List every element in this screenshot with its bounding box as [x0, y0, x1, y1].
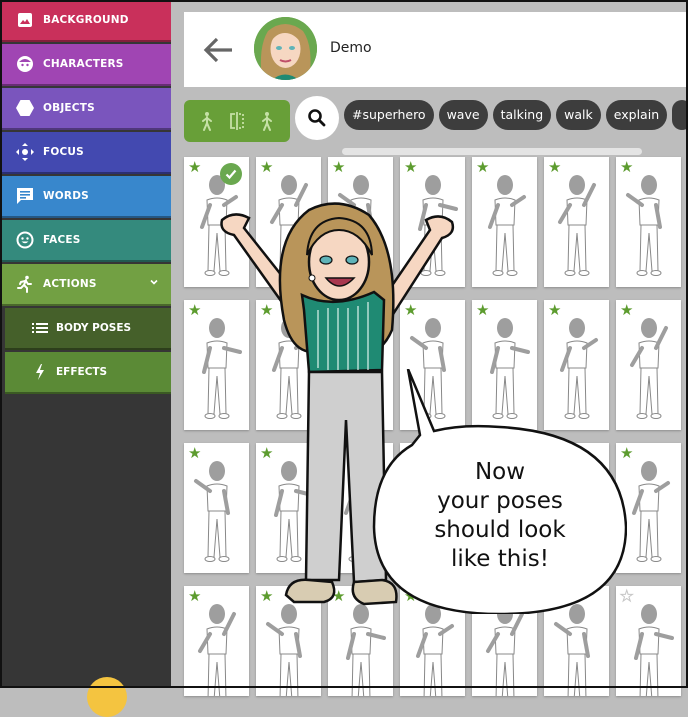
- sun-decoration: [87, 677, 127, 717]
- tag-chip[interactable]: #superhero: [344, 100, 434, 130]
- sidebar: BACKGROUND CHARACTERS OBJECTS FOCUS WORD…: [0, 0, 171, 717]
- list-icon: [32, 320, 48, 336]
- character-header: Demo: [184, 12, 688, 87]
- sidebar-item-label: ACTIONS: [43, 278, 97, 290]
- favorite-star-icon[interactable]: ★: [260, 160, 273, 175]
- search-icon: [308, 109, 326, 127]
- speech-line: like this!: [451, 546, 549, 572]
- speech-line: your poses: [437, 488, 563, 514]
- favorite-star-icon[interactable]: ★: [548, 303, 561, 318]
- character-face-icon: [16, 55, 34, 73]
- sidebar-item-label: WORDS: [43, 190, 89, 202]
- back-button[interactable]: [202, 34, 236, 66]
- tag-chip[interactable]: talking: [492, 100, 552, 130]
- favorite-star-icon[interactable]: ★: [620, 303, 633, 318]
- speech-bubble-icon: [16, 187, 34, 205]
- person-walk-right-icon: [262, 112, 273, 131]
- pose-card[interactable]: ★: [616, 157, 681, 287]
- sidebar-item-focus[interactable]: FOCUS: [0, 132, 171, 174]
- character-name: Demo: [330, 40, 372, 56]
- avatar: [254, 17, 317, 80]
- favorite-star-icon[interactable]: ★: [188, 446, 201, 461]
- lightning-icon: [32, 364, 48, 380]
- tag-chip[interactable]: explain: [605, 100, 668, 130]
- sidebar-item-label: CHARACTERS: [43, 58, 124, 70]
- favorite-star-icon[interactable]: ★: [476, 160, 489, 175]
- smiley-icon: [16, 231, 34, 249]
- sidebar-subitem-body-poses[interactable]: BODY POSES: [5, 308, 171, 350]
- sidebar-item-background[interactable]: BACKGROUND: [0, 0, 171, 42]
- favorite-star-icon[interactable]: ★: [332, 160, 345, 175]
- tag-list: #superhero wave talking walk explain: [344, 100, 688, 130]
- person-walk-left-icon: [201, 112, 212, 131]
- person-walk-right-button[interactable]: [260, 111, 274, 131]
- favorite-star-icon[interactable]: ★: [188, 303, 201, 318]
- pose-card[interactable]: ★: [472, 157, 537, 287]
- flip-horizontal-icon: [230, 112, 244, 130]
- pose-figure: [634, 604, 674, 696]
- running-person-icon: [16, 275, 34, 293]
- image-icon: [16, 11, 34, 29]
- tags-scrollbar[interactable]: [342, 148, 642, 155]
- speech-bubble-text: Now your poses should look like this!: [400, 458, 600, 574]
- sidebar-item-words[interactable]: WORDS: [0, 176, 171, 218]
- favorite-star-icon[interactable]: ★: [476, 303, 489, 318]
- sidebar-item-label: FOCUS: [43, 146, 84, 158]
- chevron-down-icon: [149, 277, 159, 290]
- tag-chip[interactable]: wave: [438, 100, 488, 130]
- sidebar-item-label: BACKGROUND: [43, 14, 129, 26]
- favorite-star-icon[interactable]: ★: [188, 160, 201, 175]
- pose-toolbar: [184, 100, 290, 142]
- sidebar-item-label: OBJECTS: [43, 102, 95, 114]
- pose-figure: [630, 318, 668, 419]
- pose-figure: [488, 175, 526, 276]
- sidebar-subitem-label: BODY POSES: [56, 322, 132, 334]
- favorite-star-icon[interactable]: ★: [620, 160, 633, 175]
- speech-line: Now: [474, 459, 526, 485]
- favorite-star-icon[interactable]: ★: [548, 160, 561, 175]
- checkmark-icon: [220, 163, 242, 185]
- sidebar-item-faces[interactable]: FACES: [0, 220, 171, 262]
- search-button[interactable]: [295, 96, 339, 140]
- sidebar-item-label: FACES: [43, 234, 81, 246]
- person-walk-left-button[interactable]: [200, 111, 214, 131]
- speech-line: should look: [434, 517, 566, 543]
- favorite-star-icon[interactable]: ★: [188, 589, 201, 604]
- favorite-star-icon[interactable]: ★: [404, 160, 417, 175]
- sidebar-item-characters[interactable]: CHARACTERS: [0, 44, 171, 86]
- pose-figure: [632, 461, 670, 562]
- pose-figure: [626, 175, 662, 276]
- sidebar-item-objects[interactable]: OBJECTS: [0, 88, 171, 130]
- sidebar-subitem-label: EFFECTS: [56, 366, 108, 378]
- sidebar-subitem-effects[interactable]: EFFECTS: [5, 352, 171, 394]
- hexagon-icon: [16, 99, 34, 117]
- arrow-left-icon: [203, 37, 232, 63]
- pose-figure: [558, 175, 596, 276]
- tag-chip[interactable]: [672, 100, 688, 130]
- pose-card[interactable]: ★: [544, 157, 609, 287]
- sidebar-item-actions[interactable]: ACTIONS: [0, 264, 171, 306]
- tag-chip[interactable]: walk: [556, 100, 601, 130]
- flip-horizontal-button[interactable]: [229, 112, 245, 130]
- move-arrows-icon: [16, 143, 34, 161]
